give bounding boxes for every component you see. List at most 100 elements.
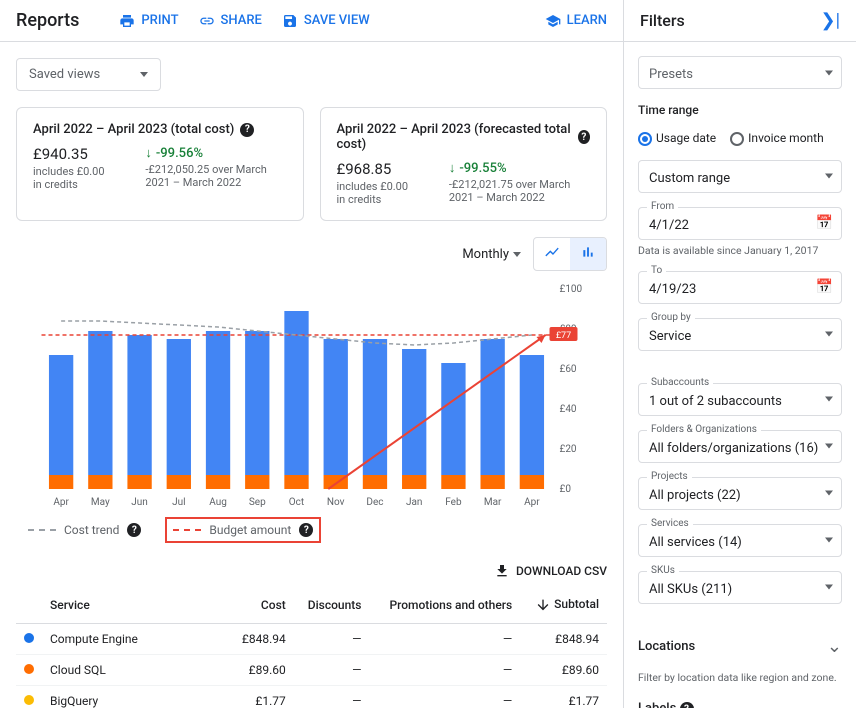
col-service[interactable]: Service <box>42 587 229 624</box>
cost-chart: £0£20£40£60£80£100AprMayJunJulAugSepOctN… <box>16 279 607 509</box>
print-icon <box>119 13 135 29</box>
services-dropdown[interactable]: Services All services (14) <box>638 524 842 557</box>
help-icon[interactable]: ? <box>299 523 313 537</box>
learn-button[interactable]: LEARN <box>545 13 607 29</box>
download-icon <box>494 563 510 579</box>
invoice-month-radio[interactable]: Invoice month <box>730 131 824 146</box>
svg-text:Jan: Jan <box>406 497 422 508</box>
table-row[interactable]: BigQuery £1.77 — — £1.77 <box>16 686 607 708</box>
bar[interactable] <box>245 331 269 475</box>
table-row[interactable]: Cloud SQL £89.60 — — £89.60 <box>16 655 607 686</box>
help-icon[interactable]: ? <box>680 702 694 708</box>
legend-cost-trend: Cost trend ? <box>28 523 141 537</box>
col-discounts[interactable]: Discounts <box>294 587 370 624</box>
bar[interactable] <box>88 331 112 475</box>
svg-text:£60: £60 <box>560 364 577 375</box>
chevron-down-icon <box>825 491 833 496</box>
chevron-down-icon <box>825 585 833 590</box>
page-title: Reports <box>16 10 79 31</box>
svg-text:Dec: Dec <box>366 497 383 508</box>
summary-card: April 2022 – April 2023 (total cost)? £9… <box>16 107 304 221</box>
help-icon[interactable]: ? <box>578 130 590 144</box>
bar[interactable] <box>245 475 269 489</box>
chevron-down-icon <box>825 397 833 402</box>
calendar-icon[interactable]: 📅 <box>816 279 833 295</box>
col-subtotal[interactable]: Subtotal <box>520 587 607 624</box>
summary-cards: April 2022 – April 2023 (total cost)? £9… <box>16 107 607 221</box>
calendar-icon[interactable]: 📅 <box>816 215 833 231</box>
labels-section[interactable]: Labels ? ⌄ <box>638 698 842 708</box>
col-promo[interactable]: Promotions and others <box>369 587 520 624</box>
bar[interactable] <box>49 475 73 489</box>
from-hint: Data is available since January 1, 2017 <box>638 244 842 257</box>
to-date-input[interactable]: To 4/19/23 📅 <box>638 271 842 304</box>
share-button[interactable]: SHARE <box>199 13 262 29</box>
learn-icon <box>545 13 561 29</box>
bar-chart-icon <box>580 244 596 260</box>
group-by-dropdown[interactable]: Group by Service <box>638 318 842 351</box>
collapse-panel-button[interactable]: ❯| <box>821 10 840 31</box>
bar[interactable] <box>520 355 544 475</box>
color-dot <box>24 633 34 643</box>
svg-text:Sep: Sep <box>249 497 266 508</box>
bar[interactable] <box>402 349 426 475</box>
chevron-down-icon <box>825 538 833 543</box>
presets-dropdown[interactable]: Presets <box>638 56 842 89</box>
bar[interactable] <box>480 475 504 489</box>
bar[interactable] <box>206 331 230 475</box>
bar[interactable] <box>520 475 544 489</box>
callout-arrow <box>328 335 545 489</box>
bar-view-button[interactable] <box>570 238 606 270</box>
skus-dropdown[interactable]: SKUs All SKUs (211) <box>638 571 842 604</box>
color-dot <box>24 695 34 705</box>
bar[interactable] <box>206 475 230 489</box>
chart-view-toggle <box>533 237 607 271</box>
svg-text:Apr: Apr <box>524 497 540 508</box>
projects-dropdown[interactable]: Projects All projects (22) <box>638 477 842 510</box>
save-view-button[interactable]: SAVE VIEW <box>282 13 370 29</box>
download-csv-button[interactable]: DOWNLOAD CSV <box>494 563 607 579</box>
svg-text:Nov: Nov <box>327 497 345 508</box>
bar[interactable] <box>363 339 387 475</box>
date-range-dropdown[interactable]: Custom range <box>638 160 842 193</box>
card-amount: £940.35 <box>33 145 109 163</box>
bar[interactable] <box>402 475 426 489</box>
bar[interactable] <box>441 363 465 475</box>
bar[interactable] <box>49 355 73 475</box>
help-icon[interactable]: ? <box>127 523 141 537</box>
table-row[interactable]: Compute Engine £848.94 — — £848.94 <box>16 624 607 655</box>
line-chart-icon <box>544 244 560 260</box>
bar[interactable] <box>167 339 191 475</box>
svg-text:Jul: Jul <box>172 497 185 508</box>
svg-text:£40: £40 <box>560 404 577 415</box>
bar[interactable] <box>441 475 465 489</box>
col-cost[interactable]: Cost <box>229 587 294 624</box>
folders-dropdown[interactable]: Folders & Organizations All folders/orga… <box>638 430 842 463</box>
from-date-input[interactable]: From 4/1/22 📅 <box>638 207 842 240</box>
bar[interactable] <box>284 475 308 489</box>
bar[interactable] <box>127 335 151 475</box>
usage-date-radio[interactable]: Usage date <box>638 131 716 146</box>
svg-text:£100: £100 <box>560 284 583 295</box>
saved-views-dropdown[interactable]: Saved views <box>16 58 161 91</box>
chevron-down-icon <box>825 444 833 449</box>
color-dot <box>24 664 34 674</box>
print-button[interactable]: PRINT <box>119 13 178 29</box>
bar[interactable] <box>127 475 151 489</box>
locations-section[interactable]: Locations ⌄ <box>638 636 842 657</box>
subaccounts-dropdown[interactable]: Subaccounts 1 out of 2 subaccounts <box>638 383 842 416</box>
chevron-down-icon: ⌄ <box>827 698 842 708</box>
period-dropdown[interactable]: Monthly <box>462 247 521 262</box>
help-icon[interactable]: ? <box>240 123 254 137</box>
bar[interactable] <box>167 475 191 489</box>
link-icon <box>199 13 215 29</box>
bar[interactable] <box>363 475 387 489</box>
chart-legend: Cost trend ? Budget amount ? <box>16 517 607 543</box>
bar[interactable] <box>88 475 112 489</box>
card-delta: ↓ -99.56% <box>145 145 203 161</box>
bar[interactable] <box>324 339 348 475</box>
line-view-button[interactable] <box>534 238 570 270</box>
header: Reports PRINT SHARE SAVE VIEW LEARN <box>0 0 623 42</box>
svg-text:Feb: Feb <box>445 497 462 508</box>
bar[interactable] <box>480 339 504 475</box>
